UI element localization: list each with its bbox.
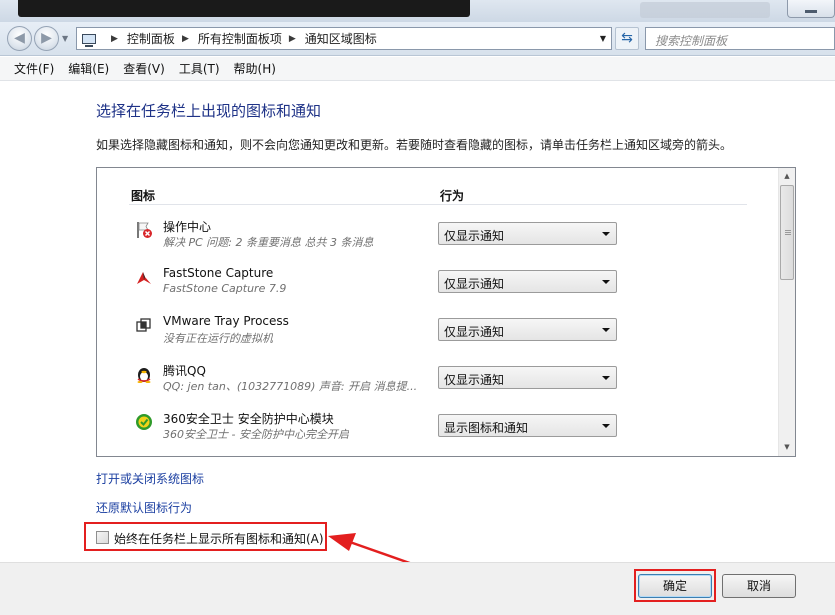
main-content: 选择在任务栏上出现的图标和通知 如果选择隐藏图标和通知，则不会向您通知更改和更新… <box>0 82 835 562</box>
app-status: 360安全卫士 - 安全防护中心完全开启 <box>163 428 349 441</box>
menu-view[interactable]: 查看(V) <box>116 60 172 77</box>
dialog-footer: 确定 取消 <box>0 562 835 615</box>
menu-bar: 文件(F) 编辑(E) 查看(V) 工具(T) 帮助(H) <box>0 57 835 81</box>
header-divider <box>129 204 747 205</box>
menu-edit[interactable]: 编辑(E) <box>61 60 116 77</box>
control-panel-computer-icon <box>82 34 96 47</box>
list-item: 腾讯QQ QQ: jen tan、(1032771089) 声音: 开启 消息提… <box>97 359 777 405</box>
forward-arrow-icon: ▶ <box>41 30 52 46</box>
app-name: VMware Tray Process <box>163 314 289 328</box>
window-title-ghost <box>640 2 770 18</box>
behavior-select-value: 仅显示通知 <box>444 373 505 387</box>
always-show-label[interactable]: 始终在任务栏上显示所有图标和通知(A) <box>114 530 324 547</box>
minimize-button[interactable] <box>787 0 835 18</box>
recent-pages-dropdown-icon[interactable]: ▼ <box>62 34 68 43</box>
column-header-behavior: 行为 <box>440 189 465 203</box>
app-name: 360安全卫士 安全防护中心模块 <box>163 412 334 426</box>
list-item: 360安全卫士 安全防护中心模块 360安全卫士 - 安全防护中心完全开启 显示… <box>97 407 777 453</box>
app-status: QQ: jen tan、(1032771089) 声音: 开启 消息提... <box>163 380 417 393</box>
app-status: 没有正在运行的虚拟机 <box>163 332 273 345</box>
cancel-button[interactable]: 取消 <box>722 574 796 598</box>
app-name: FastStone Capture <box>163 266 274 280</box>
navigation-bar: ◀ ▶ ▼ ▶ 控制面板 ▶ 所有控制面板项 ▶ 通知区域图标 ▼ ⇆ 搜索控制… <box>0 22 835 56</box>
breadcrumb-item-notification-icons[interactable]: 通知区域图标 <box>305 30 377 47</box>
page-title: 选择在任务栏上出现的图标和通知 <box>96 102 322 120</box>
address-bar[interactable]: ▶ 控制面板 ▶ 所有控制面板项 ▶ 通知区域图标 ▼ <box>76 27 612 50</box>
notification-icons-list: 图标 行为 操作中心 解决 PC 问题: 2 条重要消息 总共 3 条消息 仅显… <box>96 167 796 457</box>
breadcrumb-chevron-icon[interactable]: ▶ <box>111 34 118 44</box>
window-titlebar <box>0 0 835 22</box>
behavior-select-value: 显示图标和通知 <box>444 421 529 435</box>
app-status: 解决 PC 问题: 2 条重要消息 总共 3 条消息 <box>163 236 374 249</box>
back-arrow-icon: ◀ <box>14 30 25 46</box>
restore-defaults-link[interactable]: 还原默认图标行为 <box>96 499 192 516</box>
list-item: VMware Tray Process 没有正在运行的虚拟机 仅显示通知 <box>97 311 777 357</box>
qq-penguin-icon <box>137 368 151 383</box>
scroll-up-icon[interactable]: ▲ <box>779 168 795 185</box>
scrollbar-grip <box>785 230 791 236</box>
search-input[interactable]: 搜索控制面板 <box>655 32 727 49</box>
behavior-select-value: 仅显示通知 <box>444 277 505 291</box>
address-dropdown-icon[interactable]: ▼ <box>595 28 611 49</box>
always-show-checkbox[interactable] <box>96 531 109 544</box>
chevron-down-icon <box>602 280 610 284</box>
chevron-down-icon <box>602 424 610 428</box>
column-header-icon: 图标 <box>131 189 156 203</box>
chevron-down-icon <box>602 328 610 332</box>
vmware-tray-icon <box>136 318 151 332</box>
list-item: FastStone Capture FastStone Capture 7.9 … <box>97 263 777 309</box>
chevron-down-icon <box>602 232 610 236</box>
chevron-down-icon <box>602 376 610 380</box>
behavior-select[interactable]: 仅显示通知 <box>438 318 617 341</box>
app-status: FastStone Capture 7.9 <box>163 282 287 295</box>
search-box[interactable]: 搜索控制面板 <box>645 27 835 50</box>
page-description: 如果选择隐藏图标和通知，则不会向您通知更改和更新。若要随时查看隐藏的图标，请单击… <box>96 138 733 152</box>
breadcrumb-chevron-icon[interactable]: ▶ <box>182 34 189 44</box>
faststone-capture-icon <box>137 272 151 284</box>
breadcrumb-item-all-items[interactable]: 所有控制面板项 <box>198 30 282 47</box>
breadcrumb-chevron-icon[interactable]: ▶ <box>289 34 296 44</box>
list-scrollbar[interactable]: ▲ ▼ <box>778 168 795 456</box>
behavior-select[interactable]: 显示图标和通知 <box>438 414 617 437</box>
scroll-down-icon[interactable]: ▼ <box>779 439 795 456</box>
breadcrumb: ▶ 控制面板 ▶ 所有控制面板项 ▶ 通知区域图标 <box>104 28 377 49</box>
behavior-select[interactable]: 仅显示通知 <box>438 366 617 389</box>
menu-help[interactable]: 帮助(H) <box>227 60 283 77</box>
app-name: 腾讯QQ <box>163 364 206 378</box>
behavior-select-value: 仅显示通知 <box>444 229 505 243</box>
menu-file[interactable]: 文件(F) <box>7 60 61 77</box>
behavior-select-value: 仅显示通知 <box>444 325 505 339</box>
forward-button[interactable]: ▶ <box>34 26 59 51</box>
back-button[interactable]: ◀ <box>7 26 32 51</box>
breadcrumb-item-control-panel[interactable]: 控制面板 <box>127 30 175 47</box>
ok-button[interactable]: 确定 <box>638 574 712 598</box>
action-center-flag-icon <box>137 222 152 238</box>
app-name: 操作中心 <box>163 220 212 234</box>
refresh-icon: ⇆ <box>621 30 633 46</box>
list-item: 操作中心 解决 PC 问题: 2 条重要消息 总共 3 条消息 仅显示通知 <box>97 215 777 261</box>
ok-button-highlight: 确定 <box>634 569 716 602</box>
window-title-obscured <box>18 0 470 17</box>
refresh-button[interactable]: ⇆ <box>615 27 639 50</box>
behavior-select[interactable]: 仅显示通知 <box>438 270 617 293</box>
always-show-highlight: 始终在任务栏上显示所有图标和通知(A) <box>84 522 327 551</box>
system-icons-link[interactable]: 打开或关闭系统图标 <box>96 470 204 487</box>
menu-tools[interactable]: 工具(T) <box>172 60 227 77</box>
360-safe-icon <box>136 414 152 430</box>
behavior-select[interactable]: 仅显示通知 <box>438 222 617 245</box>
scrollbar-thumb[interactable] <box>780 185 794 280</box>
